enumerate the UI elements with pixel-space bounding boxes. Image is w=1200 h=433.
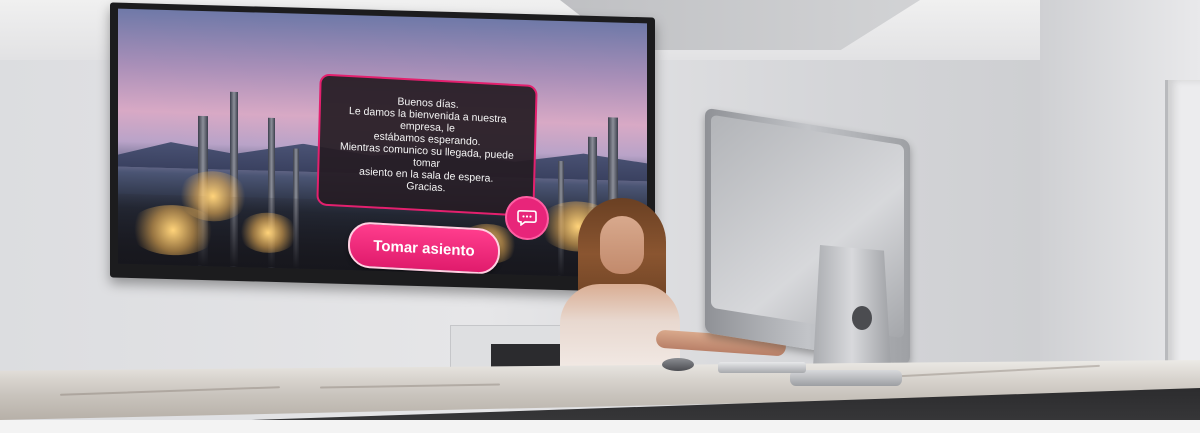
marble-vein [319, 383, 501, 389]
take-seat-button[interactable]: Tomar asiento [347, 221, 501, 276]
chat-button[interactable] [505, 195, 549, 241]
avatar-face [600, 216, 644, 274]
chat-bubble-icon [517, 210, 537, 227]
floor [0, 420, 1200, 433]
keyboard [718, 362, 806, 373]
marble-vein [60, 386, 280, 396]
receptionist-avatar[interactable] [556, 196, 787, 366]
vr-reception-scene: Buenos días. Le damos la bienvenida a nu… [0, 0, 1200, 433]
monitor-stand-foot [790, 370, 902, 386]
door-frame [1165, 80, 1200, 370]
mouse [662, 358, 694, 371]
stand-cable-hole [852, 306, 872, 330]
marble-vein [900, 364, 1100, 378]
avatar-torso [560, 284, 680, 366]
welcome-dialog: Buenos días. Le damos la bienvenida a nu… [316, 73, 538, 218]
